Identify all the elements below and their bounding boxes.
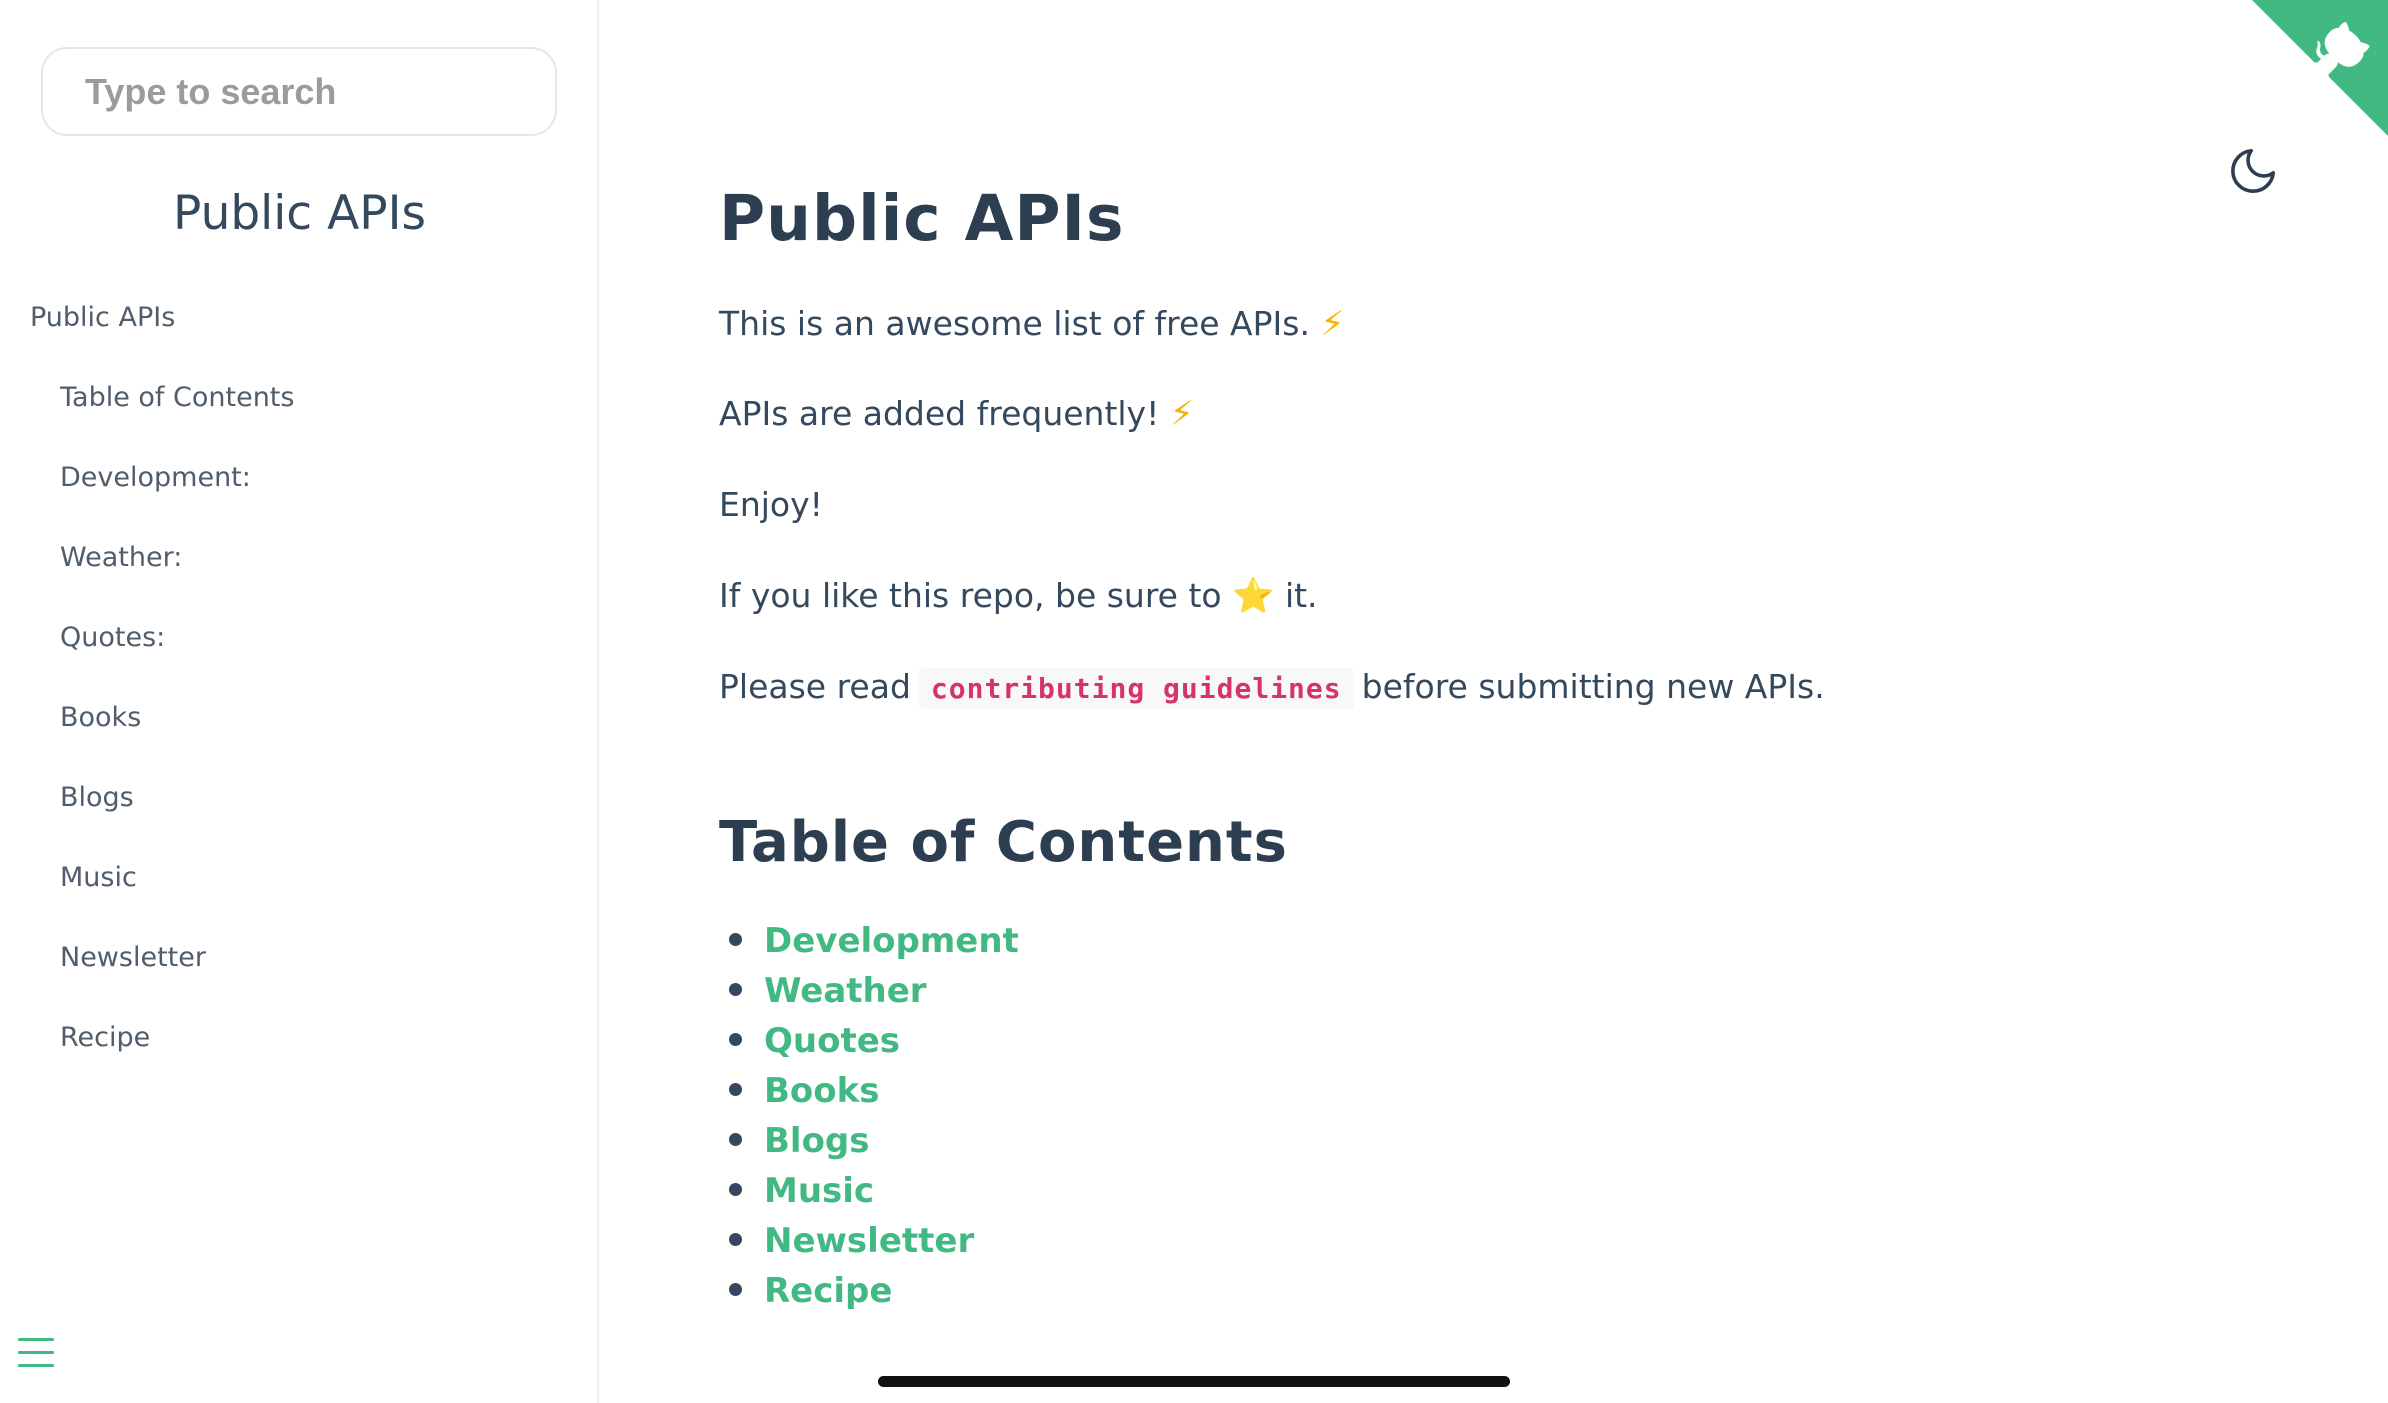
toc-link-weather[interactable]: Weather bbox=[764, 971, 927, 1011]
sidebar-item-table-of-contents[interactable]: Table of Contents bbox=[0, 376, 599, 456]
star-icon: ⭐ bbox=[1232, 576, 1275, 616]
sidebar-item-blogs[interactable]: Blogs bbox=[0, 776, 599, 856]
sidebar-item-recipe[interactable]: Recipe bbox=[0, 1016, 599, 1096]
sidebar-item-public-apis[interactable]: Public APIs bbox=[0, 296, 599, 376]
intro-paragraph: This is an awesome list of free APIs. ⚡ bbox=[719, 304, 1344, 344]
toc-link-recipe[interactable]: Recipe bbox=[764, 1271, 892, 1311]
sidebar-item-weather[interactable]: Weather: bbox=[0, 536, 599, 616]
toc-link-newsletter[interactable]: Newsletter bbox=[764, 1221, 974, 1261]
list-item: Development bbox=[719, 916, 1019, 966]
list-item: Quotes bbox=[719, 1016, 1019, 1066]
list-item: Music bbox=[719, 1166, 1019, 1216]
search-input[interactable] bbox=[43, 49, 555, 134]
sidebar-item-books[interactable]: Books bbox=[0, 696, 599, 776]
github-octocat-icon bbox=[2252, 0, 2388, 136]
home-indicator[interactable] bbox=[878, 1376, 1510, 1387]
toc-heading: Table of Contents bbox=[719, 810, 1289, 875]
lightning-icon: ⚡ bbox=[1320, 304, 1345, 344]
sidebar: Public APIs Public APIs Table of Content… bbox=[0, 0, 599, 1403]
guidelines-text-after: before submitting new APIs. bbox=[1361, 667, 1825, 706]
enjoy-paragraph: Enjoy! bbox=[719, 485, 823, 524]
star-text-before: If you like this repo, be sure to bbox=[719, 576, 1233, 615]
hamburger-menu-icon[interactable] bbox=[18, 1338, 54, 1370]
frequency-paragraph: APIs are added frequently! ⚡ bbox=[719, 394, 1194, 434]
toc-link-music[interactable]: Music bbox=[764, 1171, 874, 1211]
sidebar-item-music[interactable]: Music bbox=[0, 856, 599, 936]
list-item: Newsletter bbox=[719, 1216, 1019, 1266]
sidebar-item-newsletter[interactable]: Newsletter bbox=[0, 936, 599, 1016]
sidebar-app-name[interactable]: Public APIs bbox=[0, 186, 599, 241]
guidelines-text-before: Please read bbox=[719, 667, 911, 706]
moon-icon[interactable] bbox=[2226, 144, 2280, 198]
toc-list: Development Weather Quotes Books Blogs M… bbox=[719, 916, 1019, 1316]
intro-text: This is an awesome list of free APIs. bbox=[719, 304, 1321, 343]
sidebar-item-development[interactable]: Development: bbox=[0, 456, 599, 536]
guidelines-paragraph: Please read contributing guidelines before… bbox=[719, 667, 1825, 709]
frequency-text: APIs are added frequently! bbox=[719, 394, 1170, 433]
list-item: Blogs bbox=[719, 1116, 1019, 1166]
toc-link-development[interactable]: Development bbox=[764, 921, 1019, 961]
list-item: Books bbox=[719, 1066, 1019, 1116]
github-corner-link[interactable] bbox=[2252, 0, 2388, 136]
toc-link-blogs[interactable]: Blogs bbox=[764, 1121, 870, 1161]
toc-link-quotes[interactable]: Quotes bbox=[764, 1021, 900, 1061]
list-item: Recipe bbox=[719, 1266, 1019, 1316]
sidebar-nav: Public APIs Table of Contents Developmen… bbox=[0, 296, 599, 1096]
page: Public APIs Public APIs Table of Content… bbox=[0, 0, 2388, 1403]
contributing-guidelines-link[interactable]: contributing guidelines bbox=[918, 668, 1354, 709]
search-box bbox=[41, 47, 557, 136]
star-text-after: it. bbox=[1274, 576, 1318, 615]
toc-link-books[interactable]: Books bbox=[764, 1071, 879, 1111]
star-paragraph: If you like this repo, be sure to ⭐ it. bbox=[719, 576, 1318, 616]
page-title: Public APIs bbox=[719, 182, 1125, 255]
lightning-icon: ⚡ bbox=[1169, 394, 1194, 434]
sidebar-item-quotes[interactable]: Quotes: bbox=[0, 616, 599, 696]
list-item: Weather bbox=[719, 966, 1019, 1016]
